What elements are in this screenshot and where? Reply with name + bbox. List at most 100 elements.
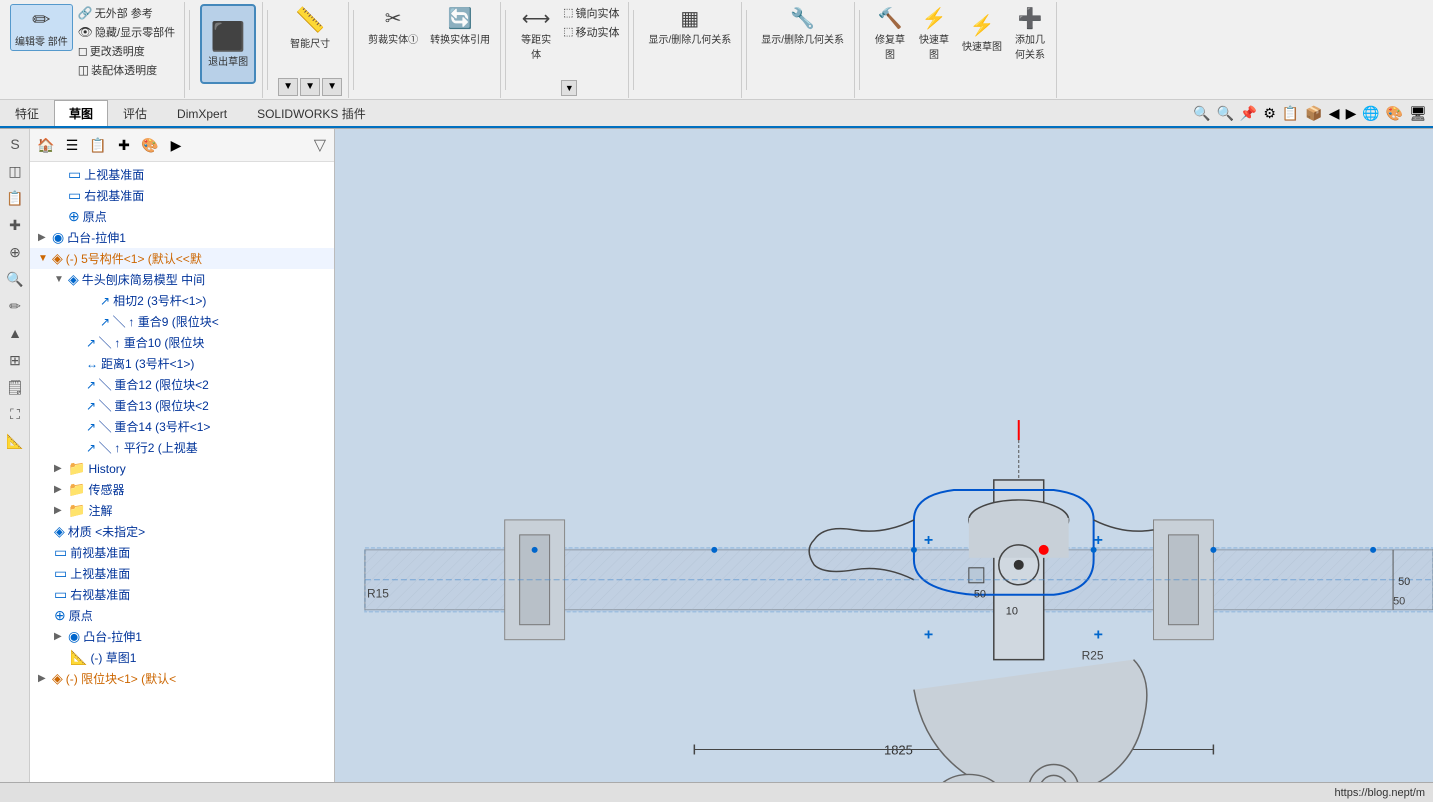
icon-panel-btn11[interactable]: ⛶: [2, 401, 28, 427]
tree-item-origin[interactable]: ⊕ 原点: [30, 206, 334, 227]
tree-btn-display[interactable]: 🎨: [138, 133, 162, 157]
tree-item-distance1[interactable]: ↔ 距离1 (3号杆<1>): [30, 353, 334, 374]
box-icon[interactable]: 📦: [1303, 103, 1324, 124]
set-transparency-btn[interactable]: ◫ 装配体透明度: [75, 61, 178, 79]
boss2-expand[interactable]: ▶: [54, 631, 68, 642]
fast-sketch2-button[interactable]: ⚡ 快速草图: [958, 4, 1006, 63]
limit-expand[interactable]: ▶: [38, 673, 52, 684]
tree-item-parallel2[interactable]: ↗ ╲ ↑ 平行2 (上视基: [30, 437, 334, 458]
monitor-icon[interactable]: 🖥: [1407, 103, 1429, 124]
tree-item-coincident12[interactable]: ↗ ╲ 重合12 (限位块<2: [30, 374, 334, 395]
tree-item-coincident9[interactable]: ↗ ╲ ↑ 重合9 (限位块<: [30, 311, 334, 332]
icon-panel-btn3[interactable]: 📋: [2, 185, 28, 211]
sensor-label: 传感器: [88, 481, 124, 498]
tree-item-history[interactable]: ▶ 📁 History: [30, 458, 334, 479]
tree-item-sensor[interactable]: ▶ 📁 传感器: [30, 479, 334, 500]
equaldist-drop[interactable]: ▼: [561, 80, 577, 96]
icon-panel-btn4[interactable]: ✚: [2, 212, 28, 238]
sensor-expand[interactable]: ▶: [54, 484, 68, 495]
add-relation-button[interactable]: ➕ 添加几何关系: [1010, 4, 1050, 63]
search2-icon[interactable]: 🔍: [1214, 103, 1235, 124]
icon-panel-btn10[interactable]: 🗒: [2, 374, 28, 400]
tree-item-boss-extrude2[interactable]: ▶ ◉ 凸台-拉伸1: [30, 626, 334, 647]
dim-sub2[interactable]: ▼: [300, 78, 320, 96]
tree-item-sketch1[interactable]: 📐 (-) 草图1: [30, 647, 334, 668]
icon-panel-btn9[interactable]: ⊞: [2, 347, 28, 373]
tree-item-top-plane2[interactable]: ▭ 上视基准面: [30, 563, 334, 584]
icon-panel-btn7[interactable]: ✏: [2, 293, 28, 319]
show-hide-rel-button[interactable]: 🔧 显示/删除几何关系: [757, 4, 848, 48]
tree-btn-expand[interactable]: ▶: [164, 133, 188, 157]
hide-show-btn[interactable]: 👁 隐藏/显示零部件: [75, 23, 178, 41]
tab-evaluate[interactable]: 评估: [108, 100, 162, 126]
fast-sketch-button[interactable]: ⚡ 快速草图: [914, 4, 954, 63]
tree-btn-list[interactable]: ☰: [60, 133, 84, 157]
icon-panel-btn6[interactable]: 🔍: [2, 266, 28, 292]
tree-item-front-plane2[interactable]: ▭ 前视基准面: [30, 542, 334, 563]
convert-ref-button[interactable]: 🔄 转换实体引用: [426, 4, 494, 48]
canvas-area[interactable]: + + + + R15 R25: [335, 129, 1433, 801]
dimension-icon: 📏: [295, 6, 325, 35]
mirror-solid-btn[interactable]: ⬚ 镜向实体: [560, 4, 622, 22]
tree-item-boss-extrude1[interactable]: ▶ ◉ 凸台-拉伸1: [30, 227, 334, 248]
settings-icon[interactable]: ⚙: [1261, 103, 1278, 124]
history-label: History: [88, 462, 125, 476]
smart-dimension-button[interactable]: 📏 智能尺寸: [286, 4, 334, 52]
tree-item-right-plane2[interactable]: ▭ 右视基准面: [30, 584, 334, 605]
arrow2-icon[interactable]: ▶: [1344, 103, 1359, 124]
copy-icon[interactable]: 📋: [1280, 103, 1301, 124]
tab-feature[interactable]: 特征: [0, 100, 54, 126]
search-icon[interactable]: 🔍: [1191, 103, 1212, 124]
divider5: [633, 10, 634, 90]
icon-panel-btn2[interactable]: ◫: [2, 158, 28, 184]
tree-item-coincident13[interactable]: ↗ ╲ 重合13 (限位块<2: [30, 395, 334, 416]
icon-panel-btn1[interactable]: S: [2, 131, 28, 157]
right-plane2-label: 右视基准面: [70, 586, 130, 603]
tree-item-material[interactable]: ◈ 材质 <未指定>: [30, 521, 334, 542]
arrow-icon[interactable]: ◀: [1327, 103, 1342, 124]
equal-dist-button[interactable]: ⟷ 等距实体: [516, 4, 556, 63]
tree-item-right-plane[interactable]: ▭ 右视基准面: [30, 185, 334, 206]
tree-item-component5[interactable]: ▼ ◈ (-) 5号构件<1> (默认<<默: [30, 248, 334, 269]
origin-label: 原点: [83, 208, 107, 225]
tree-item-coincident14[interactable]: ↗ ╲ 重合14 (3号杆<1>: [30, 416, 334, 437]
globe-icon[interactable]: 🌐: [1360, 103, 1381, 124]
shaper-expand[interactable]: ▼: [54, 274, 68, 285]
comp5-expand[interactable]: ▼: [38, 253, 52, 264]
exit-sketch-button[interactable]: ⬛ 退出草图: [200, 4, 256, 84]
linear-array-button[interactable]: ▦ 显示/删除几何关系: [644, 4, 735, 48]
tree-filter: ▽: [310, 135, 330, 155]
tree-btn-house[interactable]: 🏠: [34, 133, 58, 157]
repair-sketch-button[interactable]: 🔨 修复草图: [870, 4, 910, 63]
dim-sub3[interactable]: ▼: [322, 78, 342, 96]
icon-panel-btn8[interactable]: ▲: [2, 320, 28, 346]
history-expand[interactable]: ▶: [54, 463, 68, 474]
no-external-btn[interactable]: 🔗 无外部 参考: [75, 4, 178, 22]
tree-item-origin2[interactable]: ⊕ 原点: [30, 605, 334, 626]
tree-item-shaper[interactable]: ▼ ◈ 牛头刨床简易模型 中间: [30, 269, 334, 290]
color-icon[interactable]: 🎨: [1384, 103, 1405, 124]
tree-item-tangent2[interactable]: ↗ 相切2 (3号杆<1>): [30, 290, 334, 311]
limit-icon: ◈: [52, 670, 63, 687]
tab-solidworks-plugins[interactable]: SOLIDWORKS 插件: [242, 100, 381, 126]
edit-part-button[interactable]: ✏ 编辑零 部件: [10, 4, 73, 51]
annotation-expand[interactable]: ▶: [54, 505, 68, 516]
tree-item-limit-component[interactable]: ▶ ◈ (-) 限位块<1> (默认<: [30, 668, 334, 689]
move-solid-btn[interactable]: ⬚ 移动实体: [560, 23, 622, 41]
change-transparency-btn[interactable]: ◻ 更改透明度: [75, 42, 178, 60]
filter-icon[interactable]: ▽: [310, 135, 330, 156]
icon-panel-btn12[interactable]: 📐: [2, 428, 28, 454]
tab-dimxpert[interactable]: DimXpert: [162, 102, 242, 125]
icon-panel-btn5[interactable]: ⊕: [2, 239, 28, 265]
pin-icon[interactable]: 📌: [1238, 103, 1259, 124]
tree-item-coincident10[interactable]: ↗ ╲ ↑ 重合10 (限位块: [30, 332, 334, 353]
tree-item-annotation[interactable]: ▶ 📁 注解: [30, 500, 334, 521]
dim-sub1[interactable]: ▼: [278, 78, 298, 96]
boss-expand[interactable]: ▶: [38, 232, 52, 243]
tree-btn-prop[interactable]: 📋: [86, 133, 110, 157]
tree-btn-config[interactable]: ✚: [112, 133, 136, 157]
tree-item-top-plane[interactable]: ▭ 上视基准面: [30, 164, 334, 185]
divider6: [746, 10, 747, 90]
cut-solid-button[interactable]: ✂ 剪裁实体①: [364, 4, 422, 48]
tab-sketch[interactable]: 草图: [54, 100, 108, 126]
